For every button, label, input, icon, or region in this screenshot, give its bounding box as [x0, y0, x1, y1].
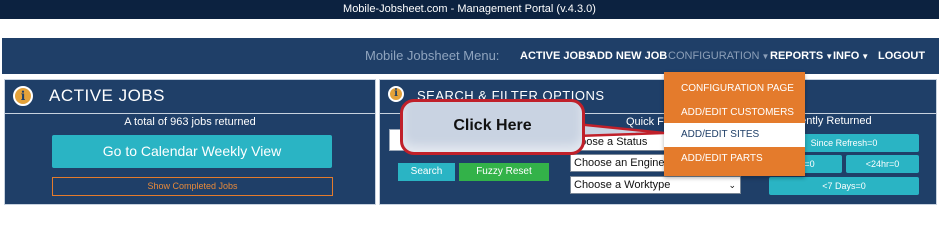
calendar-weekly-view-button[interactable]: Go to Calendar Weekly View — [52, 135, 332, 168]
active-jobs-panel: i ACTIVE JOBS A total of 963 jobs return… — [4, 79, 376, 205]
search-button[interactable]: Search — [398, 163, 455, 181]
caret-down-icon: ▼ — [825, 52, 834, 61]
info-icon: i — [13, 86, 33, 106]
jobs-count: A total of 963 jobs returned — [124, 116, 256, 128]
portal-title: Mobile-Jobsheet.com - Management Portal … — [343, 3, 596, 15]
nav-reports[interactable]: REPORTS ▼ — [770, 38, 833, 75]
click-here-callout: Click Here — [400, 99, 585, 155]
nav-info-label: INFO — [833, 50, 860, 62]
configuration-dropdown: CONFIGURATION PAGE ADD/EDIT CUSTOMERS AD… — [664, 72, 805, 176]
menu-item-add-edit-parts[interactable]: ADD/EDIT PARTS — [664, 147, 805, 171]
show-completed-jobs-button[interactable]: Show Completed Jobs — [52, 177, 333, 196]
engineer-select-value: Choose an Engine — [574, 157, 665, 169]
info-icon: i — [388, 86, 404, 102]
callout-pointer — [576, 122, 665, 138]
worktype-select-value: Choose a Worktype — [574, 179, 671, 191]
lt24hr-filter-button[interactable]: <24hr=0 — [846, 155, 919, 173]
menu-item-configuration-page[interactable]: CONFIGURATION PAGE — [664, 77, 805, 101]
callout-pointer-shape — [576, 122, 665, 138]
active-jobs-title: ACTIVE JOBS — [49, 86, 166, 105]
caret-down-icon: ▼ — [761, 52, 770, 61]
chevron-down-icon: ⌄ — [728, 180, 736, 190]
fuzzy-reset-button[interactable]: Fuzzy Reset — [459, 163, 549, 181]
worktype-select[interactable]: Choose a Worktype ⌄ — [570, 176, 741, 194]
nav-logout[interactable]: LOGOUT — [878, 38, 925, 74]
nav-reports-label: REPORTS — [770, 50, 824, 62]
menu-title: Mobile Jobsheet Menu: — [365, 48, 500, 63]
main-navbar: Mobile Jobsheet Menu: ACTIVE JOBS ADD NE… — [2, 38, 939, 74]
active-jobs-header: i ACTIVE JOBS — [5, 80, 375, 112]
active-jobs-body: A total of 963 jobs returned Go to Calen… — [5, 113, 375, 204]
nav-active-jobs[interactable]: ACTIVE JOBS — [520, 38, 593, 74]
callout-text: Click Here — [453, 117, 532, 134]
portal-title-bar: Mobile-Jobsheet.com - Management Portal … — [0, 0, 939, 19]
caret-down-icon: ▼ — [861, 52, 870, 61]
nav-add-new-job[interactable]: ADD NEW JOB — [589, 38, 667, 74]
nav-configuration[interactable]: CONFIGURATION ▼ — [668, 38, 769, 75]
nav-info[interactable]: INFO ▼ — [833, 38, 869, 75]
nav-configuration-label: CONFIGURATION — [668, 50, 760, 62]
lt7days-filter-button[interactable]: <7 Days=0 — [769, 177, 919, 195]
menu-item-add-edit-sites[interactable]: ADD/EDIT SITES — [664, 123, 805, 147]
menu-item-add-edit-customers[interactable]: ADD/EDIT CUSTOMERS — [664, 101, 805, 125]
